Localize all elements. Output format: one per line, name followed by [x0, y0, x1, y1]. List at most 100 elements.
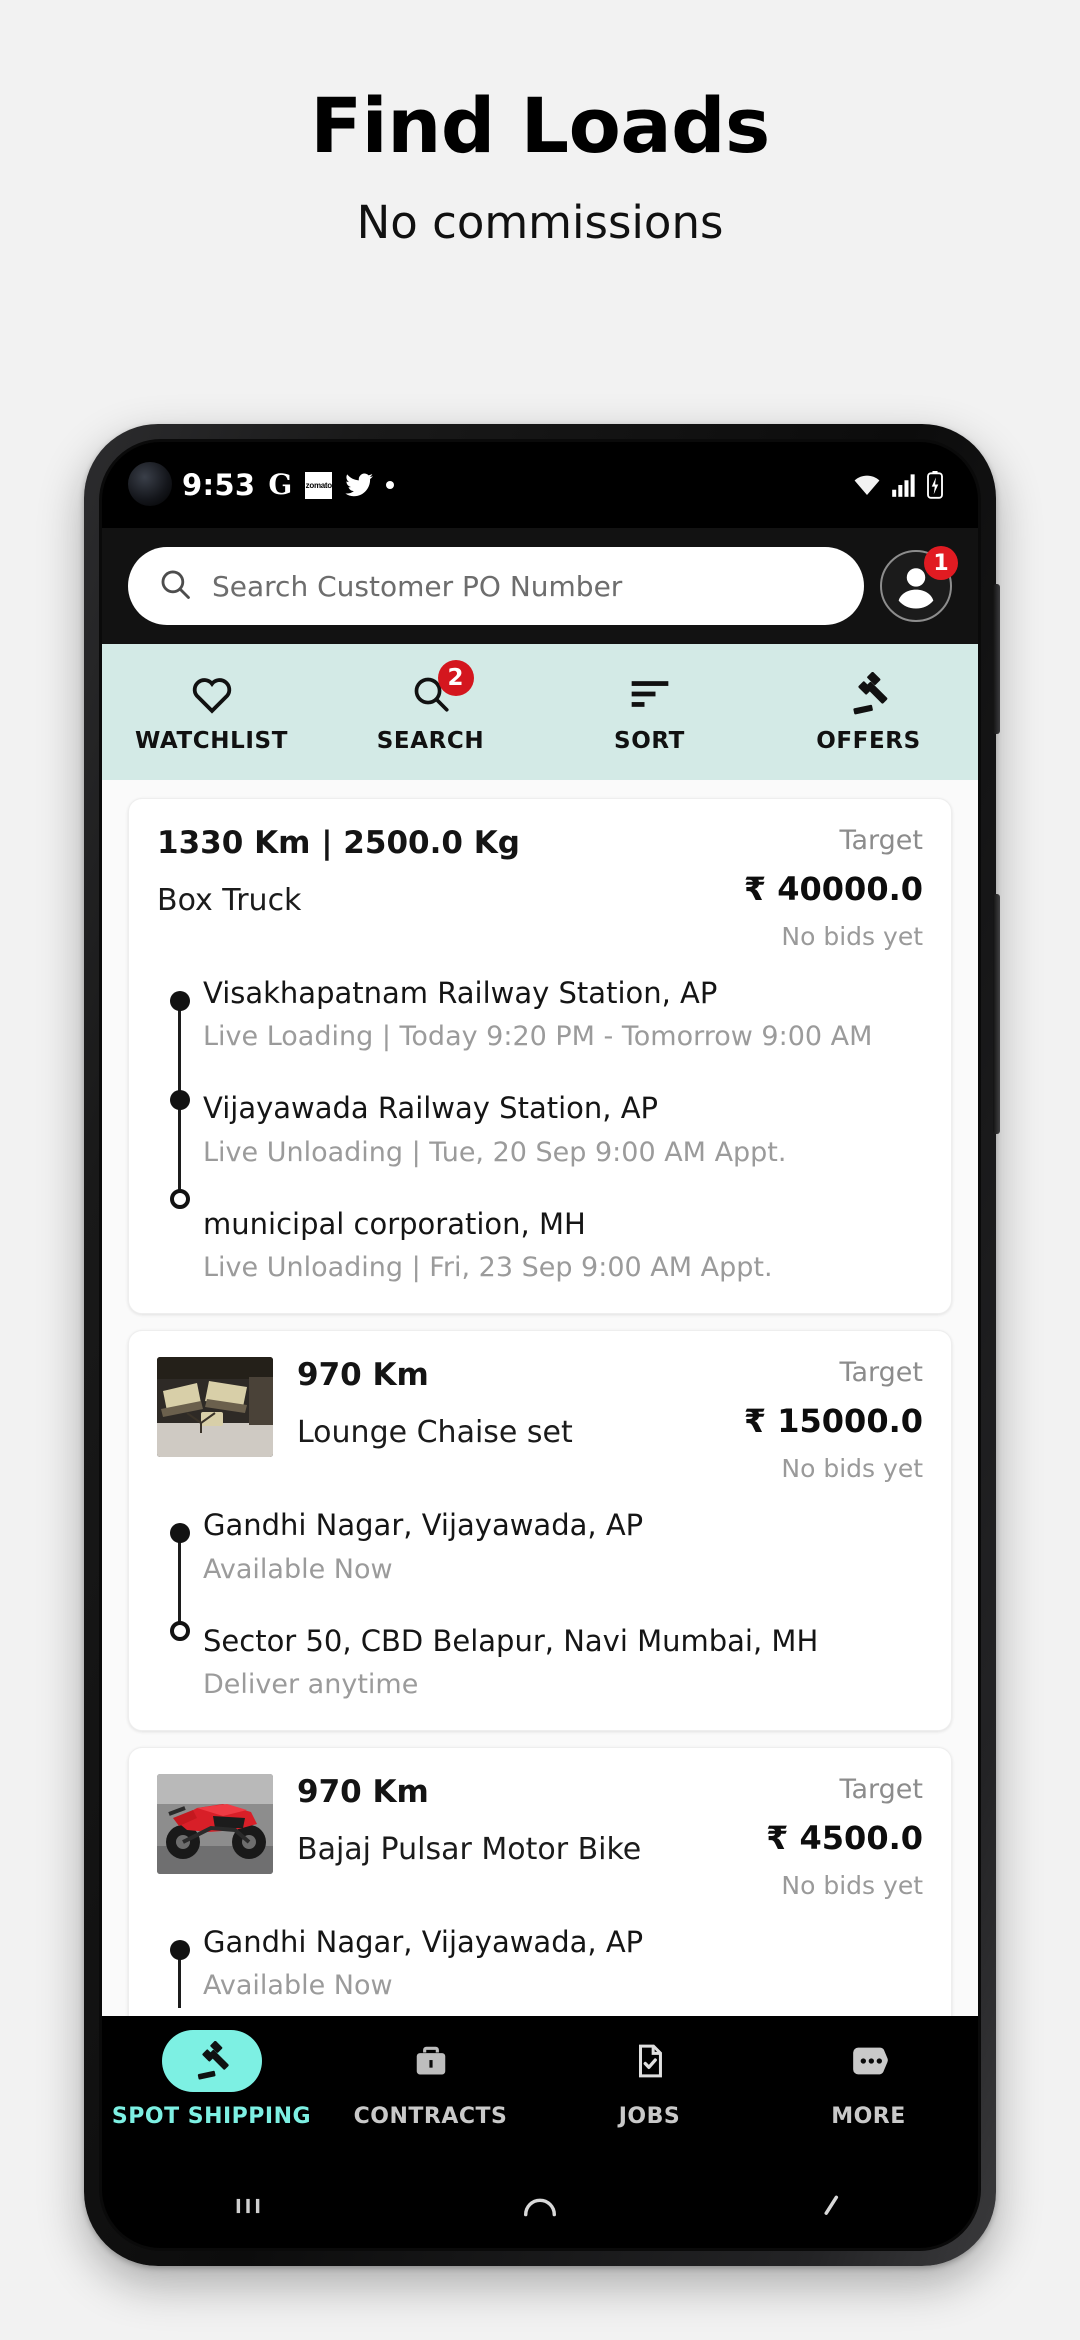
route-stop: Visakhapatnam Railway Station, AP Live L… [203, 976, 923, 1053]
load-card-header: 970 Km Bajaj Pulsar Motor Bike Target ₹ … [157, 1773, 923, 1900]
briefcase-icon [381, 2030, 481, 2092]
page-title: Find Loads [310, 81, 770, 170]
route-dot-filled [170, 991, 190, 1011]
stop-detail: Live Loading | Today 9:20 PM - Tomorrow … [203, 1021, 873, 1053]
app-screen: 9:53 G zomato Search Customer PO Number … [102, 442, 978, 2248]
dot-icon [386, 481, 395, 489]
search-placeholder: Search Customer PO Number [212, 569, 623, 603]
stop-name: Vijayawada Railway Station, AP [203, 1091, 659, 1126]
tab-badge: 2 [437, 660, 474, 696]
route-dot-hollow [170, 1189, 190, 1209]
stop-detail: Available Now [203, 1970, 393, 2002]
route-dot-filled [170, 1939, 190, 1960]
notification-badge: 1 [924, 546, 958, 580]
load-card-info: 970 Km Bajaj Pulsar Motor Bike [297, 1774, 732, 1867]
document-check-icon [600, 2030, 700, 2092]
page-subtitle: No commissions [356, 196, 724, 249]
nav-item-jobs[interactable]: JOBS [540, 2030, 759, 2129]
tab-sort[interactable]: SORT [540, 644, 759, 780]
signal-icon [891, 472, 917, 498]
bids-status: No bids yet [781, 1870, 923, 1900]
front-camera-punchhole [128, 462, 172, 506]
load-card-target: Target ₹ 4500.0 No bids yet [756, 1774, 923, 1900]
stop-name: Sector 50, CBD Belapur, Navi Mumbai, MH [203, 1623, 819, 1658]
commodity-thumbnail [157, 1773, 273, 1874]
nav-label: MORE [831, 2104, 906, 2129]
load-distance-weight: 1330 Km | 2500.0 Kg [157, 825, 520, 861]
stop-name: Gandhi Nagar, Vijayawada, AP [203, 1508, 644, 1543]
nav-label: CONTRACTS [353, 2104, 508, 2129]
heart-icon [190, 670, 234, 718]
gavel-icon [161, 2030, 262, 2092]
promo-screenshot-page: Find Loads No commissions 9:53 G zomato [0, 0, 1080, 2340]
home-icon[interactable] [394, 2193, 686, 2219]
tab-label: OFFERS [816, 728, 921, 754]
nav-item-contracts[interactable]: CONTRACTS [321, 2030, 540, 2129]
load-card-info: 1330 Km | 2500.0 Kg Box Truck [157, 825, 710, 918]
tab-label: SORT [614, 728, 685, 754]
bottom-navigation: SPOT SHIPPING CONTRACTS JOBS MORE [102, 2016, 978, 2164]
profile-button[interactable]: 1 [880, 546, 958, 622]
load-commodity: Box Truck [157, 883, 302, 918]
route-stop: Gandhi Nagar, Vijayawada, AP Available N… [203, 1925, 923, 2002]
load-card[interactable]: 1330 Km | 2500.0 Kg Box Truck Target ₹ 4… [128, 798, 952, 1315]
volume-button[interactable] [993, 584, 1000, 734]
tab-watchlist[interactable]: WATCHLIST [102, 644, 321, 780]
target-label: Target [839, 1773, 923, 1805]
stop-detail: Live Unloading | Tue, 20 Sep 9:00 AM App… [203, 1136, 787, 1168]
load-commodity: Lounge Chaise set [297, 1415, 573, 1451]
search-icon: 2 [410, 660, 474, 718]
target-amount: ₹ 4500.0 [766, 1818, 923, 1857]
load-card-list[interactable]: 1330 Km | 2500.0 Kg Box Truck Target ₹ 4… [102, 780, 978, 2016]
tab-search[interactable]: 2 SEARCH [321, 644, 540, 780]
power-button[interactable] [993, 894, 1000, 1134]
bids-status: No bids yet [781, 922, 923, 951]
load-card-target: Target ₹ 40000.0 No bids yet [734, 825, 923, 951]
route-timeline: Gandhi Nagar, Vijayawada, AP Available N… [157, 1508, 923, 1700]
nav-label: SPOT SHIPPING [111, 2104, 312, 2129]
route-dot-hollow [170, 1621, 190, 1642]
load-commodity: Bajaj Pulsar Motor Bike [297, 1831, 642, 1867]
promo-header: Find Loads No commissions [0, 0, 1080, 250]
load-card-info: 970 Km Lounge Chaise set [297, 1357, 710, 1450]
stop-detail: Available Now [203, 1553, 393, 1585]
target-amount: ₹ 15000.0 [743, 1402, 923, 1441]
filter-tab-bar: WATCHLIST 2 SEARCH SORT OFFERS [102, 644, 978, 780]
status-bar: 9:53 G zomato [102, 442, 978, 528]
load-distance-weight: 970 Km [297, 1357, 429, 1394]
tab-offers[interactable]: OFFERS [759, 644, 978, 780]
status-bar-left: 9:53 G zomato [182, 468, 395, 502]
stop-name: Visakhapatnam Railway Station, AP [203, 976, 718, 1010]
phone-mockup: 9:53 G zomato Search Customer PO Number … [84, 424, 1000, 2266]
route-rail [157, 977, 203, 1283]
load-card-header: 970 Km Lounge Chaise set Target ₹ 15000.… [157, 1357, 923, 1483]
nav-item-spot-shipping[interactable]: SPOT SHIPPING [102, 2030, 321, 2129]
tab-label: SEARCH [376, 728, 485, 754]
target-amount: ₹ 40000.0 [743, 870, 923, 908]
nav-item-more[interactable]: MORE [759, 2030, 978, 2129]
wifi-icon [852, 472, 882, 498]
search-input[interactable]: Search Customer PO Number [128, 547, 864, 625]
target-label: Target [839, 1357, 923, 1389]
route-rail [157, 1926, 203, 2008]
route-timeline: Visakhapatnam Railway Station, AP Live L… [157, 976, 923, 1283]
back-icon[interactable] [686, 2193, 978, 2219]
search-row: Search Customer PO Number 1 [102, 528, 978, 644]
recents-icon[interactable] [102, 2193, 394, 2219]
load-card[interactable]: 970 Km Lounge Chaise set Target ₹ 15000.… [128, 1330, 952, 1731]
target-label: Target [839, 825, 923, 856]
stop-name: municipal corporation, MH [203, 1206, 586, 1241]
bids-status: No bids yet [781, 1454, 923, 1484]
google-icon: G [268, 468, 293, 501]
zomato-icon: zomato [305, 471, 333, 499]
load-distance-weight: 970 Km [297, 1773, 429, 1810]
more-dots-icon [819, 2030, 919, 2092]
tab-label: WATCHLIST [134, 728, 289, 754]
battery-charging-icon [926, 471, 944, 499]
phone-screen-bezel: 9:53 G zomato Search Customer PO Number … [99, 439, 981, 2251]
sort-icon [628, 670, 672, 718]
load-card[interactable]: 970 Km Bajaj Pulsar Motor Bike Target ₹ … [128, 1746, 952, 2016]
stop-detail: Deliver anytime [203, 1668, 419, 1700]
route-stop: municipal corporation, MH Live Unloading… [203, 1206, 923, 1283]
route-rail [157, 1509, 203, 1700]
